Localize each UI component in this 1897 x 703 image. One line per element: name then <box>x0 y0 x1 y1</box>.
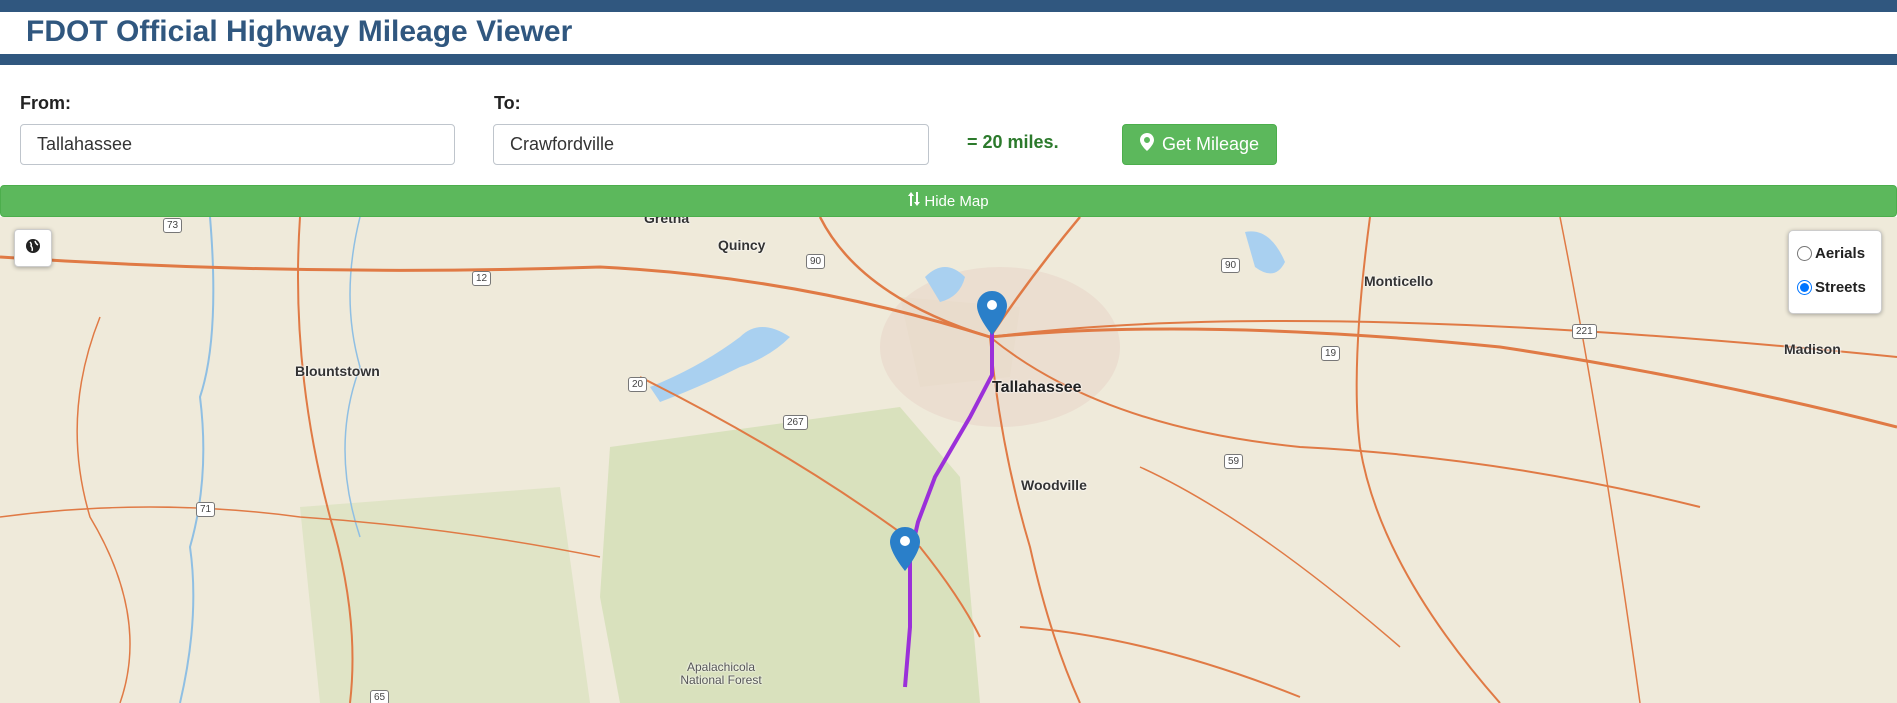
layer-label: Streets <box>1815 279 1866 296</box>
map-marker-icon <box>1139 133 1154 156</box>
page-title: FDOT Official Highway Mileage Viewer <box>26 15 573 48</box>
aerials-radio[interactable] <box>1797 246 1812 261</box>
place-label: Tallahassee <box>992 379 1082 396</box>
place-label: Apalachicola National Forest <box>680 660 762 687</box>
globe-icon <box>25 238 41 259</box>
layer-label: Aerials <box>1815 245 1866 262</box>
route-shield: 65 <box>370 690 390 703</box>
hide-map-button[interactable]: Hide Map <box>0 185 1897 217</box>
get-mileage-label: Get Mileage <box>1161 134 1260 154</box>
place-label: Woodville <box>1021 477 1087 493</box>
to-input[interactable] <box>493 124 929 165</box>
to-label: To: <box>494 93 521 113</box>
place-label: Quincy <box>718 237 766 253</box>
route-shield: 221 <box>1572 324 1597 339</box>
from-input[interactable] <box>20 124 455 165</box>
map-view[interactable]: Gretna Quincy Monticello Blountstown Tal… <box>0 217 1897 703</box>
route-shield: 19 <box>1321 346 1341 361</box>
route-shield: 20 <box>628 377 648 392</box>
get-mileage-button[interactable]: Get Mileage <box>1122 124 1277 165</box>
lake-miccosukee <box>1245 231 1285 274</box>
sort-arrows-icon <box>908 191 921 211</box>
lake-talquin <box>650 327 790 402</box>
route-shield: 267 <box>783 415 808 430</box>
forest-area <box>600 407 980 703</box>
route-shield: 73 <box>163 218 183 233</box>
place-label: Blountstown <box>295 363 380 379</box>
layer-option-aerials[interactable]: Aerials <box>1797 245 1865 262</box>
layer-switcher: Aerials Streets <box>1788 230 1882 314</box>
basemap-toggle-button[interactable] <box>14 229 52 267</box>
route-shield: 12 <box>472 271 492 286</box>
river <box>179 217 215 703</box>
layer-option-streets[interactable]: Streets <box>1797 279 1866 296</box>
forest-area-west <box>300 487 590 703</box>
place-label: Gretna <box>644 217 690 226</box>
mileage-result: = 20 miles. <box>967 132 1059 152</box>
route-shield: 90 <box>806 254 826 269</box>
hide-map-label: Hide Map <box>924 192 989 210</box>
place-label: Monticello <box>1364 273 1434 289</box>
place-label: Madison <box>1784 341 1841 357</box>
route-shield: 59 <box>1224 454 1244 469</box>
route-shield: 90 <box>1221 258 1241 273</box>
map-canvas <box>0 217 1897 703</box>
streets-radio[interactable] <box>1797 280 1812 295</box>
route-shield: 71 <box>196 502 216 517</box>
from-label: From: <box>20 93 71 113</box>
header-top-bar <box>0 0 1897 12</box>
header-bottom-bar <box>0 54 1897 65</box>
